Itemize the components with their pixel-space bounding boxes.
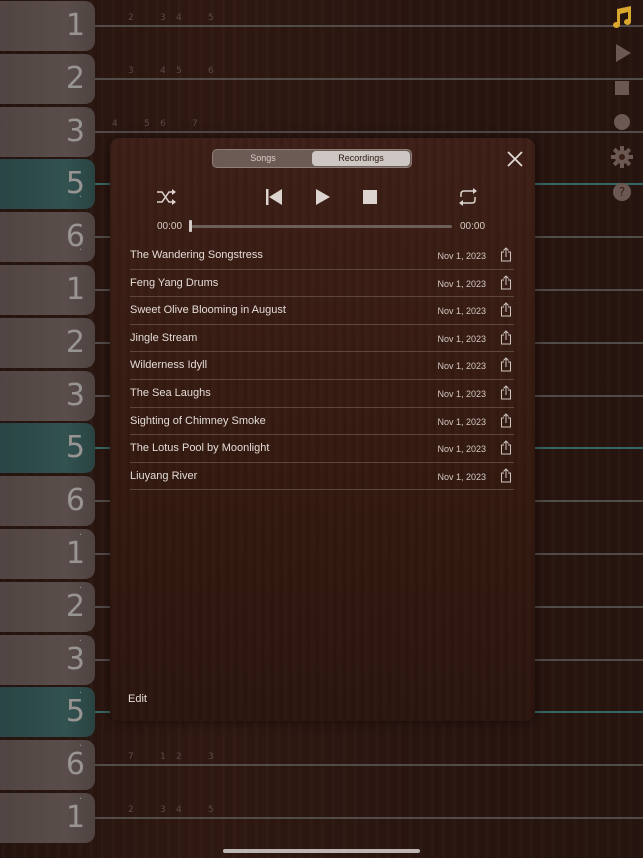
recording-title: The Lotus Pool by Moonlight [130,442,270,455]
recording-row[interactable]: Sighting of Chimney Smoke Nov 1, 2023 [130,408,514,436]
tab-songs[interactable]: Songs [214,151,312,166]
stop-icon[interactable] [609,75,635,101]
share-icon[interactable] [500,302,512,317]
stop-icon[interactable] [359,187,381,207]
time-total: 00:00 [460,221,486,232]
share-icon[interactable] [500,330,512,345]
home-indicator [223,849,420,853]
time-elapsed: 00:00 [157,221,183,232]
recording-title: Wilderness Idyll [130,359,208,372]
edit-button[interactable]: Edit [128,693,147,705]
progress-thumb[interactable] [189,220,192,232]
recordings-list: The Wandering Songstress Nov 1, 2023 Feng … [130,242,514,491]
progress-slider[interactable] [190,225,452,228]
repeat-icon[interactable] [457,187,479,207]
recording-row[interactable]: The Sea Laughs Nov 1, 2023 [130,380,514,408]
recording-date: Nov 1, 2023 [437,306,486,317]
recording-title: Sweet Olive Blooming in August [130,304,286,317]
tab-recordings[interactable]: Recordings [312,151,410,166]
play-icon[interactable] [609,40,635,66]
recording-row[interactable]: The Lotus Pool by Moonlight Nov 1, 2023 [130,435,514,463]
share-icon[interactable] [500,247,512,262]
share-icon[interactable] [500,274,512,290]
recording-title: Liuyang River [130,469,198,482]
music-note-icon[interactable] [609,5,635,31]
recording-row[interactable]: Jingle Stream Nov 1, 2023 [130,325,514,353]
recording-title: Jingle Stream [130,331,198,344]
close-icon[interactable] [506,150,524,168]
record-icon[interactable] [609,109,635,135]
recordings-panel: Songs Recordings 00:00 00:00 The Wanderi… [110,138,535,721]
recording-date: Nov 1, 2023 [437,444,486,455]
recording-date: Nov 1, 2023 [437,278,486,289]
recording-title: The Wandering Songstress [130,249,263,261]
share-icon[interactable] [500,440,512,455]
recording-date: Nov 1, 2023 [437,251,486,261]
segmented-control: Songs Recordings [212,149,412,168]
svg-text:?: ? [619,185,625,199]
help-icon[interactable]: ? [609,179,635,205]
recording-date: Nov 1, 2023 [437,361,486,372]
share-icon[interactable] [500,385,512,400]
recording-row[interactable]: Liuyang River Nov 1, 2023 [130,463,514,491]
recording-row[interactable]: The Wandering Songstress Nov 1, 2023 [130,242,514,270]
recording-row[interactable]: Wilderness Idyll Nov 1, 2023 [130,352,514,380]
shuffle-icon[interactable] [155,187,177,207]
recording-title: Sighting of Chimney Smoke [130,414,266,427]
share-icon[interactable] [500,357,512,372]
recording-title: The Sea Laughs [130,386,211,399]
recording-date: Nov 1, 2023 [437,333,486,344]
share-icon[interactable] [500,412,512,428]
recording-row[interactable]: Feng Yang Drums Nov 1, 2023 [130,270,514,298]
play-icon[interactable] [311,187,333,207]
recording-date: Nov 1, 2023 [437,416,486,427]
recording-row[interactable]: Sweet Olive Blooming in August Nov 1, 202… [130,297,514,325]
recording-date: Nov 1, 2023 [437,388,486,399]
recording-date: Nov 1, 2023 [437,471,486,482]
recording-title: Feng Yang Drums [130,276,219,289]
skip-back-icon[interactable] [263,187,285,207]
share-icon[interactable] [500,468,512,483]
settings-icon[interactable] [609,144,635,170]
